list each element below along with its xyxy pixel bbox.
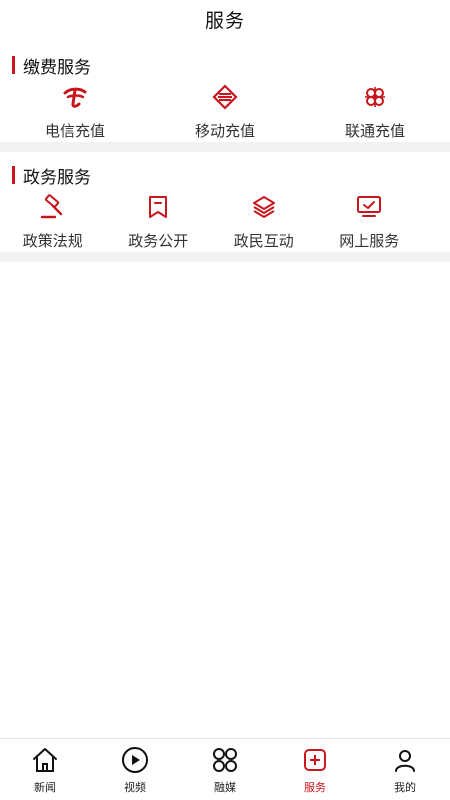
user-icon [390,745,420,775]
mobile-recharge-button[interactable]: 移动充值 [150,80,300,142]
tab-video-label: 视频 [124,780,146,794]
service-icon [300,745,330,775]
top-header: 服务 [0,0,450,38]
gavel-icon [38,192,68,222]
government-grid: 政策法规 政务公开 政民互动 网上服务 [0,190,450,252]
policy-regulations-label: 政策法规 [22,232,83,250]
telecom-recharge-label: 电信充值 [44,122,105,140]
online-services-label: 网上服务 [339,232,400,250]
grid-icon [210,745,240,775]
section-divider [0,252,450,262]
section-accent-bar [12,166,15,184]
payment-section-header: 缴费服务 [0,50,450,80]
play-icon [120,745,150,775]
mobile-recharge-label: 移动充值 [194,122,255,140]
page-title: 服务 [204,9,245,32]
mobile-icon [210,82,240,112]
gov-citizen-interaction-label: 政民互动 [233,232,294,250]
bottom-tab-bar: 新闻 视频 融媒 服务 我的 [0,738,450,800]
tab-news-label: 新闻 [34,780,56,794]
tab-media[interactable]: 融媒 [180,739,270,800]
tab-media-label: 融媒 [214,780,236,794]
gov-affairs-public-label: 政务公开 [128,232,189,250]
tab-news[interactable]: 新闻 [0,739,90,800]
layers-icon [249,192,279,222]
government-section: 政务服务 政策法规 政务公开 政民互动 网上服务 [0,160,450,252]
online-services-button[interactable]: 网上服务 [317,190,423,252]
monitor-check-icon [354,192,384,222]
government-section-header: 政务服务 [0,160,450,190]
telecom-recharge-button[interactable]: 电信充值 [0,80,150,142]
gov-affairs-public-button[interactable]: 政务公开 [106,190,212,252]
unicom-recharge-label: 联通充值 [344,122,405,140]
bookmark-icon [143,192,173,222]
telecom-icon [60,82,90,112]
payment-section: 缴费服务 电信充值 移动充值 联通充值 [0,50,450,142]
payment-grid: 电信充值 移动充值 联通充值 [0,80,450,142]
home-icon [30,745,60,775]
tab-mine-label: 我的 [394,780,416,794]
payment-section-title: 缴费服务 [23,57,91,78]
section-divider [0,142,450,152]
unicom-recharge-button[interactable]: 联通充值 [300,80,450,142]
gov-citizen-interaction-button[interactable]: 政民互动 [211,190,317,252]
government-section-title: 政务服务 [23,167,91,188]
tab-mine[interactable]: 我的 [360,739,450,800]
section-accent-bar [12,56,15,74]
unicom-icon [360,82,390,112]
tab-services-label: 服务 [304,780,326,794]
tab-services[interactable]: 服务 [270,739,360,800]
policy-regulations-button[interactable]: 政策法规 [0,190,106,252]
tab-video[interactable]: 视频 [90,739,180,800]
